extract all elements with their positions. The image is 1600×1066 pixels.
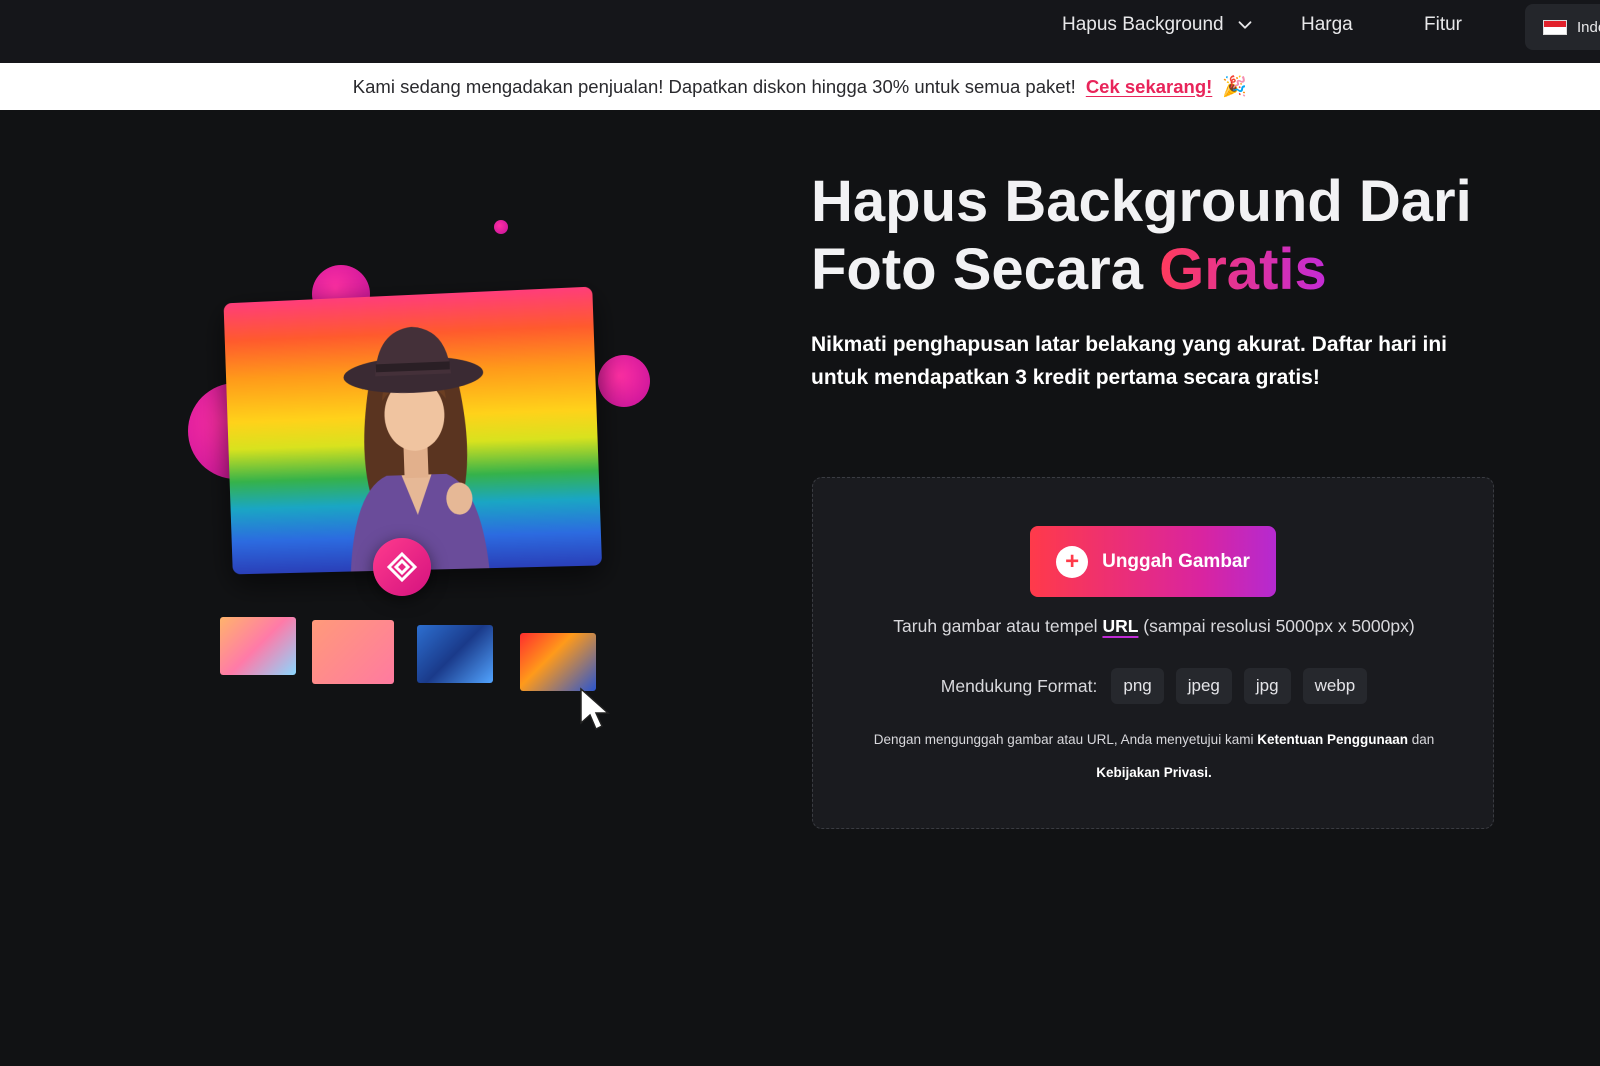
sample-photo bbox=[223, 286, 603, 575]
upload-image-button[interactable]: + Unggah Gambar bbox=[1030, 526, 1276, 597]
supported-formats: Mendukung Format: png jpeg jpg webp bbox=[813, 668, 1495, 704]
terms-prefix: Dengan mengunggah gambar atau URL, Anda … bbox=[873, 732, 1254, 747]
formats-label: Mendukung Format: bbox=[940, 675, 1098, 696]
language-selector[interactable]: Indo bbox=[1525, 4, 1600, 50]
privacy-policy-link[interactable]: Kebijakan Privasi. bbox=[1096, 765, 1212, 780]
nav-item-label: Fitur bbox=[1424, 14, 1462, 35]
nav-item-harga[interactable]: Harga bbox=[1301, 14, 1353, 36]
promo-banner: Kami sedang mengadakan penjualan! Dapatk… bbox=[0, 63, 1600, 110]
nav-item-hapus-background[interactable]: Hapus Background bbox=[1062, 14, 1256, 36]
format-chip-png: png bbox=[1111, 668, 1164, 704]
format-chip-webp: webp bbox=[1302, 668, 1368, 704]
nav-item-label: Hapus Background bbox=[1062, 14, 1224, 35]
brand-logo-icon bbox=[373, 538, 431, 596]
language-label: Indo bbox=[1577, 18, 1600, 36]
thumbnail-image[interactable] bbox=[220, 617, 296, 675]
format-chip-jpg: jpg bbox=[1243, 668, 1291, 704]
plus-icon: + bbox=[1056, 545, 1089, 578]
terms-of-use-link[interactable]: Ketentuan Penggunaan bbox=[1257, 732, 1408, 747]
decor-dot bbox=[494, 220, 508, 234]
top-nav: Hapus Background Harga Fitur Indo bbox=[0, 0, 1600, 63]
thumbnail-image[interactable] bbox=[312, 620, 394, 684]
hero-title: Hapus Background Dari Foto Secara Gratis bbox=[811, 168, 1531, 304]
nav-item-fitur[interactable]: Fitur bbox=[1424, 14, 1462, 36]
drop-suffix: (sampai resolusi 5000px x 5000px) bbox=[1143, 616, 1415, 636]
upload-button-label: Unggah Gambar bbox=[1102, 550, 1250, 572]
indonesia-flag-icon bbox=[1543, 19, 1567, 35]
format-chip-jpeg: jpeg bbox=[1175, 668, 1232, 704]
nav-item-label: Harga bbox=[1301, 14, 1353, 35]
terms-notice: Dengan mengunggah gambar atau URL, Anda … bbox=[873, 723, 1435, 789]
hero-illustration bbox=[180, 215, 660, 735]
hero-title-line1: Hapus Background Dari bbox=[811, 169, 1472, 234]
promo-text: Kami sedang mengadakan penjualan! Dapatk… bbox=[352, 75, 1076, 97]
diamond-logo-icon bbox=[386, 551, 418, 583]
party-popper-icon: 🎉 bbox=[1222, 76, 1248, 98]
drop-prefix: Taruh gambar atau tempel bbox=[893, 616, 1098, 636]
thumbnail-image[interactable] bbox=[520, 633, 596, 691]
paste-url-link[interactable]: URL bbox=[1102, 616, 1138, 636]
woman-figure-image bbox=[342, 325, 491, 575]
chevron-down-icon bbox=[1238, 21, 1252, 29]
drop-instructions: Taruh gambar atau tempel URL (sampai res… bbox=[813, 616, 1495, 637]
terms-and: dan bbox=[1411, 732, 1435, 747]
thumbnail-image[interactable] bbox=[417, 625, 493, 683]
upload-dropzone[interactable]: + Unggah Gambar Taruh gambar atau tempel… bbox=[812, 477, 1494, 829]
decor-circle bbox=[598, 355, 650, 407]
promo-link[interactable]: Cek sekarang! bbox=[1086, 76, 1212, 98]
hero-title-line2: Foto Secara bbox=[811, 237, 1143, 302]
mouse-cursor-icon bbox=[580, 687, 610, 731]
hero-title-highlight: Gratis bbox=[1159, 237, 1327, 302]
hero-subtitle: Nikmati penghapusan latar belakang yang … bbox=[811, 333, 1448, 389]
